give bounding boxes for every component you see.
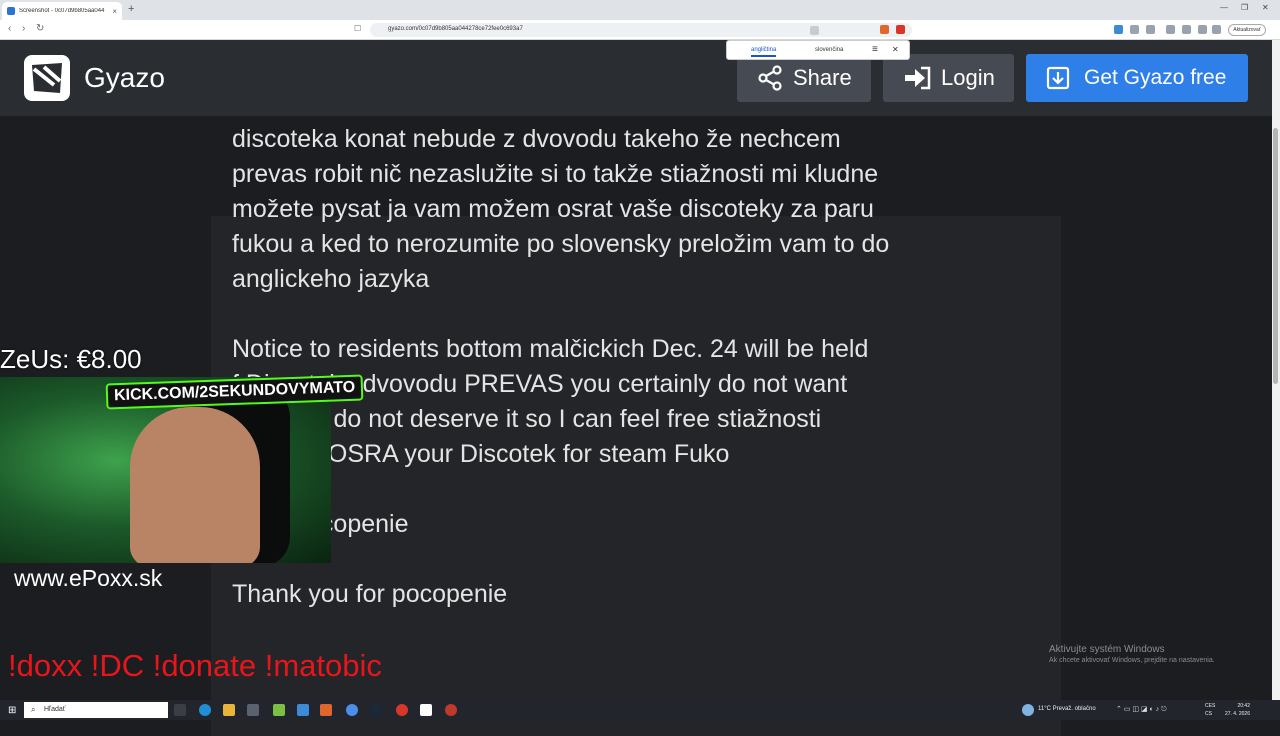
system-tray-icons[interactable]: ⌃ ▭ ◫ ◪ ◐ ♪ ⎋ bbox=[1116, 705, 1167, 714]
share-label: Share bbox=[793, 65, 852, 90]
browser-toolbar: ‹ › ↻ ☐ gyazo.com/0c07d9b805aa044278ce72… bbox=[0, 20, 1280, 40]
overlay-website: www.ePoxx.sk bbox=[14, 565, 163, 591]
forward-icon[interactable]: › bbox=[22, 23, 25, 34]
scrollbar-thumb[interactable] bbox=[1273, 128, 1278, 384]
windows-activation-subtitle: Ak chcete aktivovať Windows, prejdite na… bbox=[1049, 657, 1215, 664]
gyazo-header: Gyazo Share Login Get Gyazo free bbox=[0, 40, 1272, 116]
close-tab-icon[interactable]: × bbox=[112, 7, 117, 16]
clock-time: 20:42 bbox=[1237, 703, 1250, 709]
weather-icon bbox=[1022, 704, 1034, 716]
login-button[interactable]: Login bbox=[883, 54, 1014, 102]
tab-title: Screenshot - 0c07d9b805aa044 bbox=[19, 8, 105, 14]
brave-rewards-icon[interactable] bbox=[896, 25, 905, 34]
browser-tab[interactable]: Screenshot - 0c07d9b805aa044 × bbox=[2, 2, 122, 20]
bookmark-icon[interactable]: ☐ bbox=[354, 24, 361, 33]
app-icon[interactable] bbox=[297, 704, 309, 716]
photos-icon[interactable] bbox=[273, 704, 285, 716]
language-indicator[interactable]: CES CS bbox=[1205, 702, 1215, 718]
steam-icon[interactable] bbox=[370, 704, 382, 716]
windows-activation-title: Aktivujte systém Windows bbox=[1049, 644, 1165, 655]
back-icon[interactable]: ‹ bbox=[8, 23, 11, 34]
sign-in-icon bbox=[905, 66, 931, 90]
weather-label[interactable]: 11°C Prevaž. oblačno bbox=[1038, 706, 1096, 712]
store-icon[interactable] bbox=[247, 704, 259, 716]
text-line: fukou a ked to nerozumite po slovensky p… bbox=[232, 230, 890, 258]
translate-source-language-tab[interactable]: angličtina bbox=[751, 47, 777, 57]
overlay-commands: !doxx !DC !donate !matobic bbox=[8, 648, 382, 683]
windows-start-icon[interactable]: ⊞ bbox=[8, 705, 16, 716]
downloads-icon[interactable] bbox=[1198, 25, 1207, 34]
share-button[interactable]: Share bbox=[737, 54, 871, 102]
language-code: CES bbox=[1205, 703, 1216, 709]
tabs-icon[interactable] bbox=[1182, 25, 1191, 34]
taskbar-clock[interactable]: 20:42 27. 4. 2026 bbox=[1222, 702, 1250, 718]
opera-icon[interactable] bbox=[396, 704, 408, 716]
get-gyazo-button[interactable]: Get Gyazo free bbox=[1026, 54, 1248, 102]
clock-date: 27. 4. 2026 bbox=[1224, 711, 1250, 717]
update-button[interactable]: Aktualizovať bbox=[1228, 24, 1266, 36]
keyboard-code: CS bbox=[1205, 711, 1212, 717]
text-line: Notice to residents bottom malčickich De… bbox=[232, 335, 869, 363]
brave-icon[interactable] bbox=[320, 704, 332, 716]
translate-target-language-tab[interactable]: slovenčina bbox=[815, 47, 843, 53]
minimize-icon[interactable]: — bbox=[1220, 3, 1228, 12]
extensions-puzzle-icon[interactable] bbox=[1130, 25, 1139, 34]
edge-icon[interactable] bbox=[199, 704, 211, 716]
translate-icon[interactable] bbox=[810, 26, 819, 35]
more-options-icon[interactable]: ≡ bbox=[872, 44, 878, 55]
extension-icon[interactable] bbox=[1114, 25, 1123, 34]
login-label: Login bbox=[941, 65, 995, 90]
chrome-icon[interactable] bbox=[346, 704, 358, 716]
new-tab-button[interactable]: + bbox=[128, 3, 134, 15]
task-view-icon[interactable] bbox=[174, 704, 186, 716]
file-explorer-icon[interactable] bbox=[223, 704, 235, 716]
text-line: Thank you for pocopenie bbox=[232, 580, 508, 608]
app-icon[interactable] bbox=[445, 704, 457, 716]
profile-icon[interactable] bbox=[1212, 25, 1221, 34]
share-icon bbox=[758, 65, 782, 91]
browser-tab-strip: Screenshot - 0c07d9b805aa044 × + — ❐ ✕ bbox=[0, 0, 1280, 20]
get-gyazo-label: Get Gyazo free bbox=[1084, 66, 1227, 89]
text-line: možete pysat ja vam možem osrat vaše dis… bbox=[232, 195, 874, 223]
search-icon: ⌕ bbox=[31, 705, 36, 714]
download-icon bbox=[1046, 66, 1070, 90]
windows-taskbar: ⊞ ⌕ Hľadať 11°C Prevaž. oblačno ⌃ ▭ ◫ ◪ … bbox=[0, 700, 1280, 720]
text-line: anglickeho jazyka bbox=[232, 265, 430, 293]
gyazo-logo-icon[interactable] bbox=[24, 55, 70, 101]
translate-popup: angličtina slovenčina ≡ ✕ bbox=[726, 40, 910, 60]
webcam-person bbox=[130, 407, 260, 563]
obs-icon[interactable] bbox=[420, 704, 432, 716]
reload-icon[interactable]: ↻ bbox=[36, 23, 44, 34]
taskbar-search-placeholder: Hľadať bbox=[44, 706, 66, 713]
wallet-icon[interactable] bbox=[1146, 25, 1155, 34]
sidebar-icon[interactable] bbox=[1166, 25, 1175, 34]
taskbar-search[interactable]: ⌕ Hľadať bbox=[24, 702, 168, 718]
gyazo-favicon-icon bbox=[7, 7, 15, 15]
text-line: discoteka konat nebude z dvovodu takeho … bbox=[232, 125, 841, 153]
brave-shield-icon[interactable] bbox=[880, 25, 889, 34]
window-close-icon[interactable]: ✕ bbox=[1262, 3, 1269, 12]
text-line: prevas robit nič nezaslužite si to takže… bbox=[232, 160, 879, 188]
donation-label: ZeUs: €8.00 bbox=[0, 344, 142, 374]
address-bar[interactable]: gyazo.com/0c07d9b805aa044278ce72fee0c693… bbox=[370, 23, 912, 37]
restore-icon[interactable]: ❐ bbox=[1241, 3, 1248, 12]
close-icon[interactable]: ✕ bbox=[892, 45, 899, 54]
gyazo-logo-text[interactable]: Gyazo bbox=[84, 62, 165, 94]
